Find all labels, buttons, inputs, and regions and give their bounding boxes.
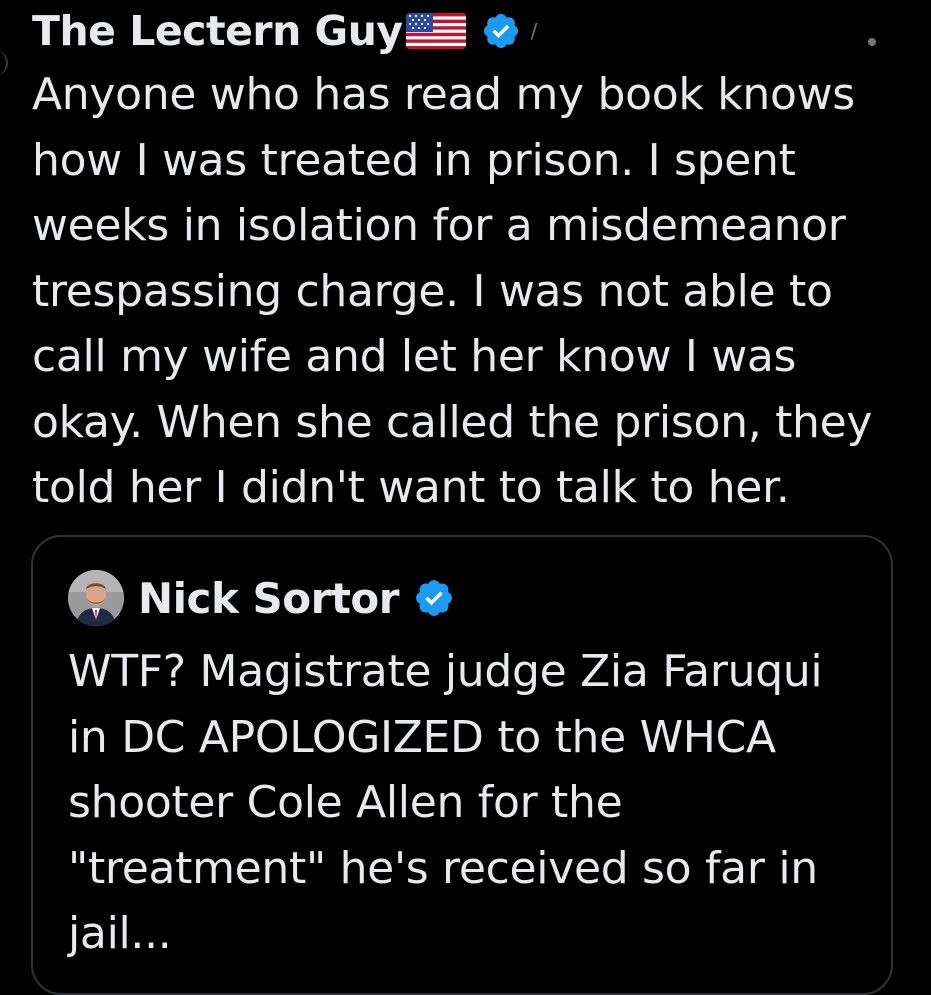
handle-fragment: / (530, 19, 538, 43)
tweet-text-line: trespassing charge. I was not able to (32, 265, 833, 317)
quoted-text-line: shooter Cole Allen for the (68, 777, 623, 828)
tweet-text-line: call my wife and let her know I was (32, 331, 797, 382)
tweet-text: Anyone who has read my book knows how I … (32, 62, 912, 521)
quoted-tweet-text: WTF? Magistrate judge Zia Faruqui in DC … (68, 639, 888, 967)
quoted-text-line: "treatment" he's received so far in (68, 842, 818, 894)
quoted-text-line: in DC APOLOGIZED to the WHCA (68, 711, 776, 763)
tweet-text-line: weeks in isolation for a misdemeanor (32, 200, 846, 251)
us-flag-icon (405, 13, 466, 49)
quoted-text-line: jail... (68, 908, 172, 959)
quoted-tweet-card[interactable]: Nick Sortor WTF? Magistrate judge Zia Fa… (31, 535, 893, 995)
tweet-text-line: told her I didn't want to talk to her. (32, 462, 790, 513)
quoted-author-name[interactable]: Nick Sortor (138, 574, 399, 623)
quoted-text-line: WTF? Magistrate judge Zia Faruqui (68, 646, 823, 697)
avatar[interactable] (68, 570, 124, 626)
tweet[interactable]: The Lectern Guy / Anyone who has read my… (0, 0, 931, 995)
author-name[interactable]: The Lectern Guy (32, 7, 403, 55)
verified-badge-icon (416, 580, 452, 616)
verified-badge-icon (483, 13, 518, 49)
quoted-tweet-header: Nick Sortor (68, 567, 455, 629)
thread-line (0, 50, 8, 76)
tweet-header: The Lectern Guy / (32, 4, 537, 58)
tweet-text-line: Anyone who has read my book knows (32, 69, 855, 120)
tweet-text-line: how I was treated in prison. I spent (32, 134, 796, 186)
more-dot-icon[interactable] (868, 38, 876, 46)
tweet-text-line: okay. When she called the prison, they (32, 396, 873, 448)
